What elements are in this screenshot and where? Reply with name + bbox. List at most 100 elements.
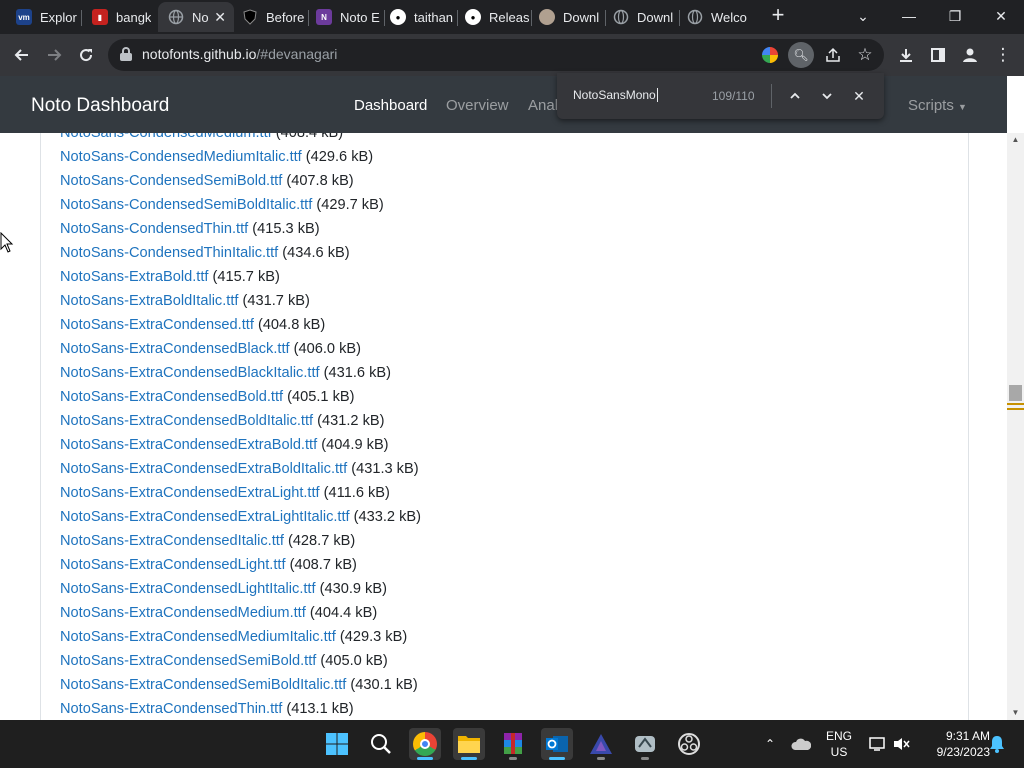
file-size: (408.4 kB)	[275, 133, 344, 141]
close-tab-icon[interactable]: ✕	[214, 9, 226, 26]
tab-3[interactable]: Before	[234, 2, 308, 32]
side-panel-icon[interactable]	[925, 42, 951, 68]
nav-dashboard[interactable]: Dashboard	[354, 97, 427, 114]
find-close-icon[interactable]: ✕	[848, 85, 870, 107]
file-size: (428.7 kB)	[287, 533, 356, 549]
font-file-link[interactable]: NotoSans-ExtraCondensedLightItalic.ttf	[60, 581, 316, 597]
file-size: (429.7 kB)	[316, 197, 384, 213]
tab-search-icon[interactable]: ⌄	[840, 0, 886, 32]
windows-start-icon[interactable]	[321, 728, 353, 760]
show-hidden-icons-icon[interactable]: ⌃	[760, 720, 780, 768]
font-file-link[interactable]: NotoSans-ExtraCondensedThin.ttf	[60, 701, 282, 717]
file-list-item: NotoSans-ExtraBold.ttf (415.7 kB)	[60, 265, 421, 289]
scroll-down-arrow-icon[interactable]: ▼	[1007, 706, 1024, 720]
outlook-icon[interactable]	[541, 728, 573, 760]
tab-1[interactable]: ▮ bangk	[82, 2, 158, 32]
font-file-link[interactable]: NotoSans-CondensedMediumItalic.ttf	[60, 149, 302, 165]
search-icon[interactable]	[365, 728, 397, 760]
font-file-link[interactable]: NotoSans-ExtraCondensedLight.ttf	[60, 557, 286, 573]
font-file-link[interactable]: NotoSans-CondensedThin.ttf	[60, 221, 248, 237]
font-file-link[interactable]: NotoSans-ExtraCondensedBlack.ttf	[60, 341, 290, 357]
find-in-page-icon[interactable]: 🔍︎	[788, 42, 814, 68]
new-tab-icon[interactable]: +	[766, 4, 790, 28]
nav-analytics[interactable]: Anal	[528, 97, 558, 114]
find-match-marker	[1007, 408, 1024, 410]
font-file-link[interactable]: NotoSans-ExtraCondensedExtraLightItalic.…	[60, 509, 350, 525]
tab-6[interactable]: ● Releas	[457, 2, 531, 32]
font-file-link[interactable]: NotoSans-ExtraCondensedExtraBoldItalic.t…	[60, 461, 347, 477]
tab-7[interactable]: Downl	[531, 2, 605, 32]
font-file-link[interactable]: NotoSans-ExtraCondensedExtraBold.ttf	[60, 437, 317, 453]
tab-title: No	[192, 9, 209, 25]
tab-4[interactable]: N Noto E	[308, 2, 384, 32]
lock-icon[interactable]	[120, 47, 132, 61]
font-file-link[interactable]: NotoSans-ExtraCondensedExtraLight.ttf	[60, 485, 320, 501]
winrar-icon[interactable]	[497, 728, 529, 760]
font-file-link[interactable]: NotoSans-CondensedThinItalic.ttf	[60, 245, 278, 261]
find-input[interactable]	[573, 88, 703, 102]
obs-icon[interactable]	[673, 728, 705, 760]
tab-0[interactable]: vm Explor	[0, 2, 80, 32]
tab-5[interactable]: ● taithan	[384, 2, 456, 32]
font-file-link[interactable]: NotoSans-ExtraBold.ttf	[60, 269, 208, 285]
forward-icon[interactable]	[41, 42, 67, 68]
volume-muted-icon[interactable]	[890, 720, 912, 768]
file-list-item: NotoSans-CondensedSemiBold.ttf (407.8 kB…	[60, 169, 421, 193]
font-file-link[interactable]: NotoSans-ExtraCondensed.ttf	[60, 317, 254, 333]
find-next-icon[interactable]	[816, 85, 838, 107]
restore-icon[interactable]: ❐	[932, 0, 978, 32]
font-file-link[interactable]: NotoSans-ExtraCondensedSemiBold.ttf	[60, 653, 316, 669]
softpedia-icon[interactable]	[629, 728, 661, 760]
tab-2-active[interactable]: No ✕	[158, 2, 234, 32]
file-list-item: NotoSans-ExtraCondensedSemiBold.ttf (405…	[60, 649, 421, 673]
minimize-icon[interactable]: —	[886, 0, 932, 32]
font-file-link[interactable]: NotoSans-ExtraCondensedBoldItalic.ttf	[60, 413, 313, 429]
find-bar: 109/110 ✕	[557, 73, 884, 119]
scrollbar-thumb[interactable]	[1009, 385, 1022, 401]
tab-title: bangk	[116, 9, 152, 25]
file-size: (408.7 kB)	[289, 557, 357, 573]
back-icon[interactable]	[9, 42, 35, 68]
url-text[interactable]: notofonts.github.io/#devanagari	[142, 46, 337, 62]
font-file-link[interactable]: NotoSans-ExtraCondensedItalic.ttf	[60, 533, 284, 549]
language-indicator[interactable]: ENG US	[820, 728, 858, 760]
file-list-item: NotoSans-ExtraCondensedExtraLightItalic.…	[60, 505, 421, 529]
tab-8[interactable]: Downl	[605, 2, 679, 32]
file-explorer-icon[interactable]	[453, 728, 485, 760]
font-file-link[interactable]: NotoSans-ExtraCondensedBold.ttf	[60, 389, 283, 405]
find-previous-icon[interactable]	[784, 85, 806, 107]
download-icon[interactable]	[893, 42, 919, 68]
chrome-icon[interactable]	[409, 728, 441, 760]
nav-overview[interactable]: Overview	[446, 97, 509, 114]
font-file-link[interactable]: NotoSans-CondensedSemiBoldItalic.ttf	[60, 197, 312, 213]
font-file-link[interactable]: NotoSans-ExtraBoldItalic.ttf	[60, 293, 238, 309]
network-icon[interactable]	[866, 720, 888, 768]
file-list-item: NotoSans-CondensedThinItalic.ttf (434.6 …	[60, 241, 421, 265]
browser-toolbar: notofonts.github.io/#devanagari 🔍︎ ☆ ⋮	[0, 34, 1024, 76]
menu-kebab-icon[interactable]: ⋮	[990, 42, 1016, 68]
font-file-link[interactable]: NotoSans-ExtraCondensedSemiBoldItalic.tt…	[60, 677, 346, 693]
google-icon[interactable]	[762, 47, 778, 63]
bookmark-star-icon[interactable]: ☆	[852, 42, 878, 68]
address-bar[interactable]: notofonts.github.io/#devanagari 🔍︎ ☆	[108, 39, 884, 71]
nav-scripts[interactable]: Scripts ▼	[908, 97, 967, 114]
share-icon[interactable]	[820, 42, 846, 68]
onedrive-icon[interactable]	[788, 720, 814, 768]
tab-9[interactable]: Welco	[679, 2, 755, 32]
close-window-icon[interactable]: ✕	[978, 0, 1024, 32]
font-file-link[interactable]: NotoSans-ExtraCondensedMediumItalic.ttf	[60, 629, 336, 645]
site-brand[interactable]: Noto Dashboard	[31, 95, 169, 117]
font-file-link[interactable]: NotoSans-CondensedMedium.ttf	[60, 133, 272, 141]
system-clock[interactable]: 9:31 AM 9/23/2023	[918, 728, 990, 760]
profile-icon[interactable]	[957, 42, 983, 68]
file-size: (431.3 kB)	[351, 461, 419, 477]
font-file-link[interactable]: NotoSans-ExtraCondensedBlackItalic.ttf	[60, 365, 320, 381]
reload-icon[interactable]	[73, 42, 99, 68]
page-scrollbar[interactable]: ▲ ▼	[1007, 133, 1024, 720]
notification-bell-icon[interactable]	[985, 720, 1009, 768]
scroll-up-arrow-icon[interactable]: ▲	[1007, 133, 1024, 147]
affinity-icon[interactable]	[585, 728, 617, 760]
font-file-link[interactable]: NotoSans-CondensedSemiBold.ttf	[60, 173, 282, 189]
tab-title: Before	[266, 9, 305, 25]
font-file-link[interactable]: NotoSans-ExtraCondensedMedium.ttf	[60, 605, 306, 621]
